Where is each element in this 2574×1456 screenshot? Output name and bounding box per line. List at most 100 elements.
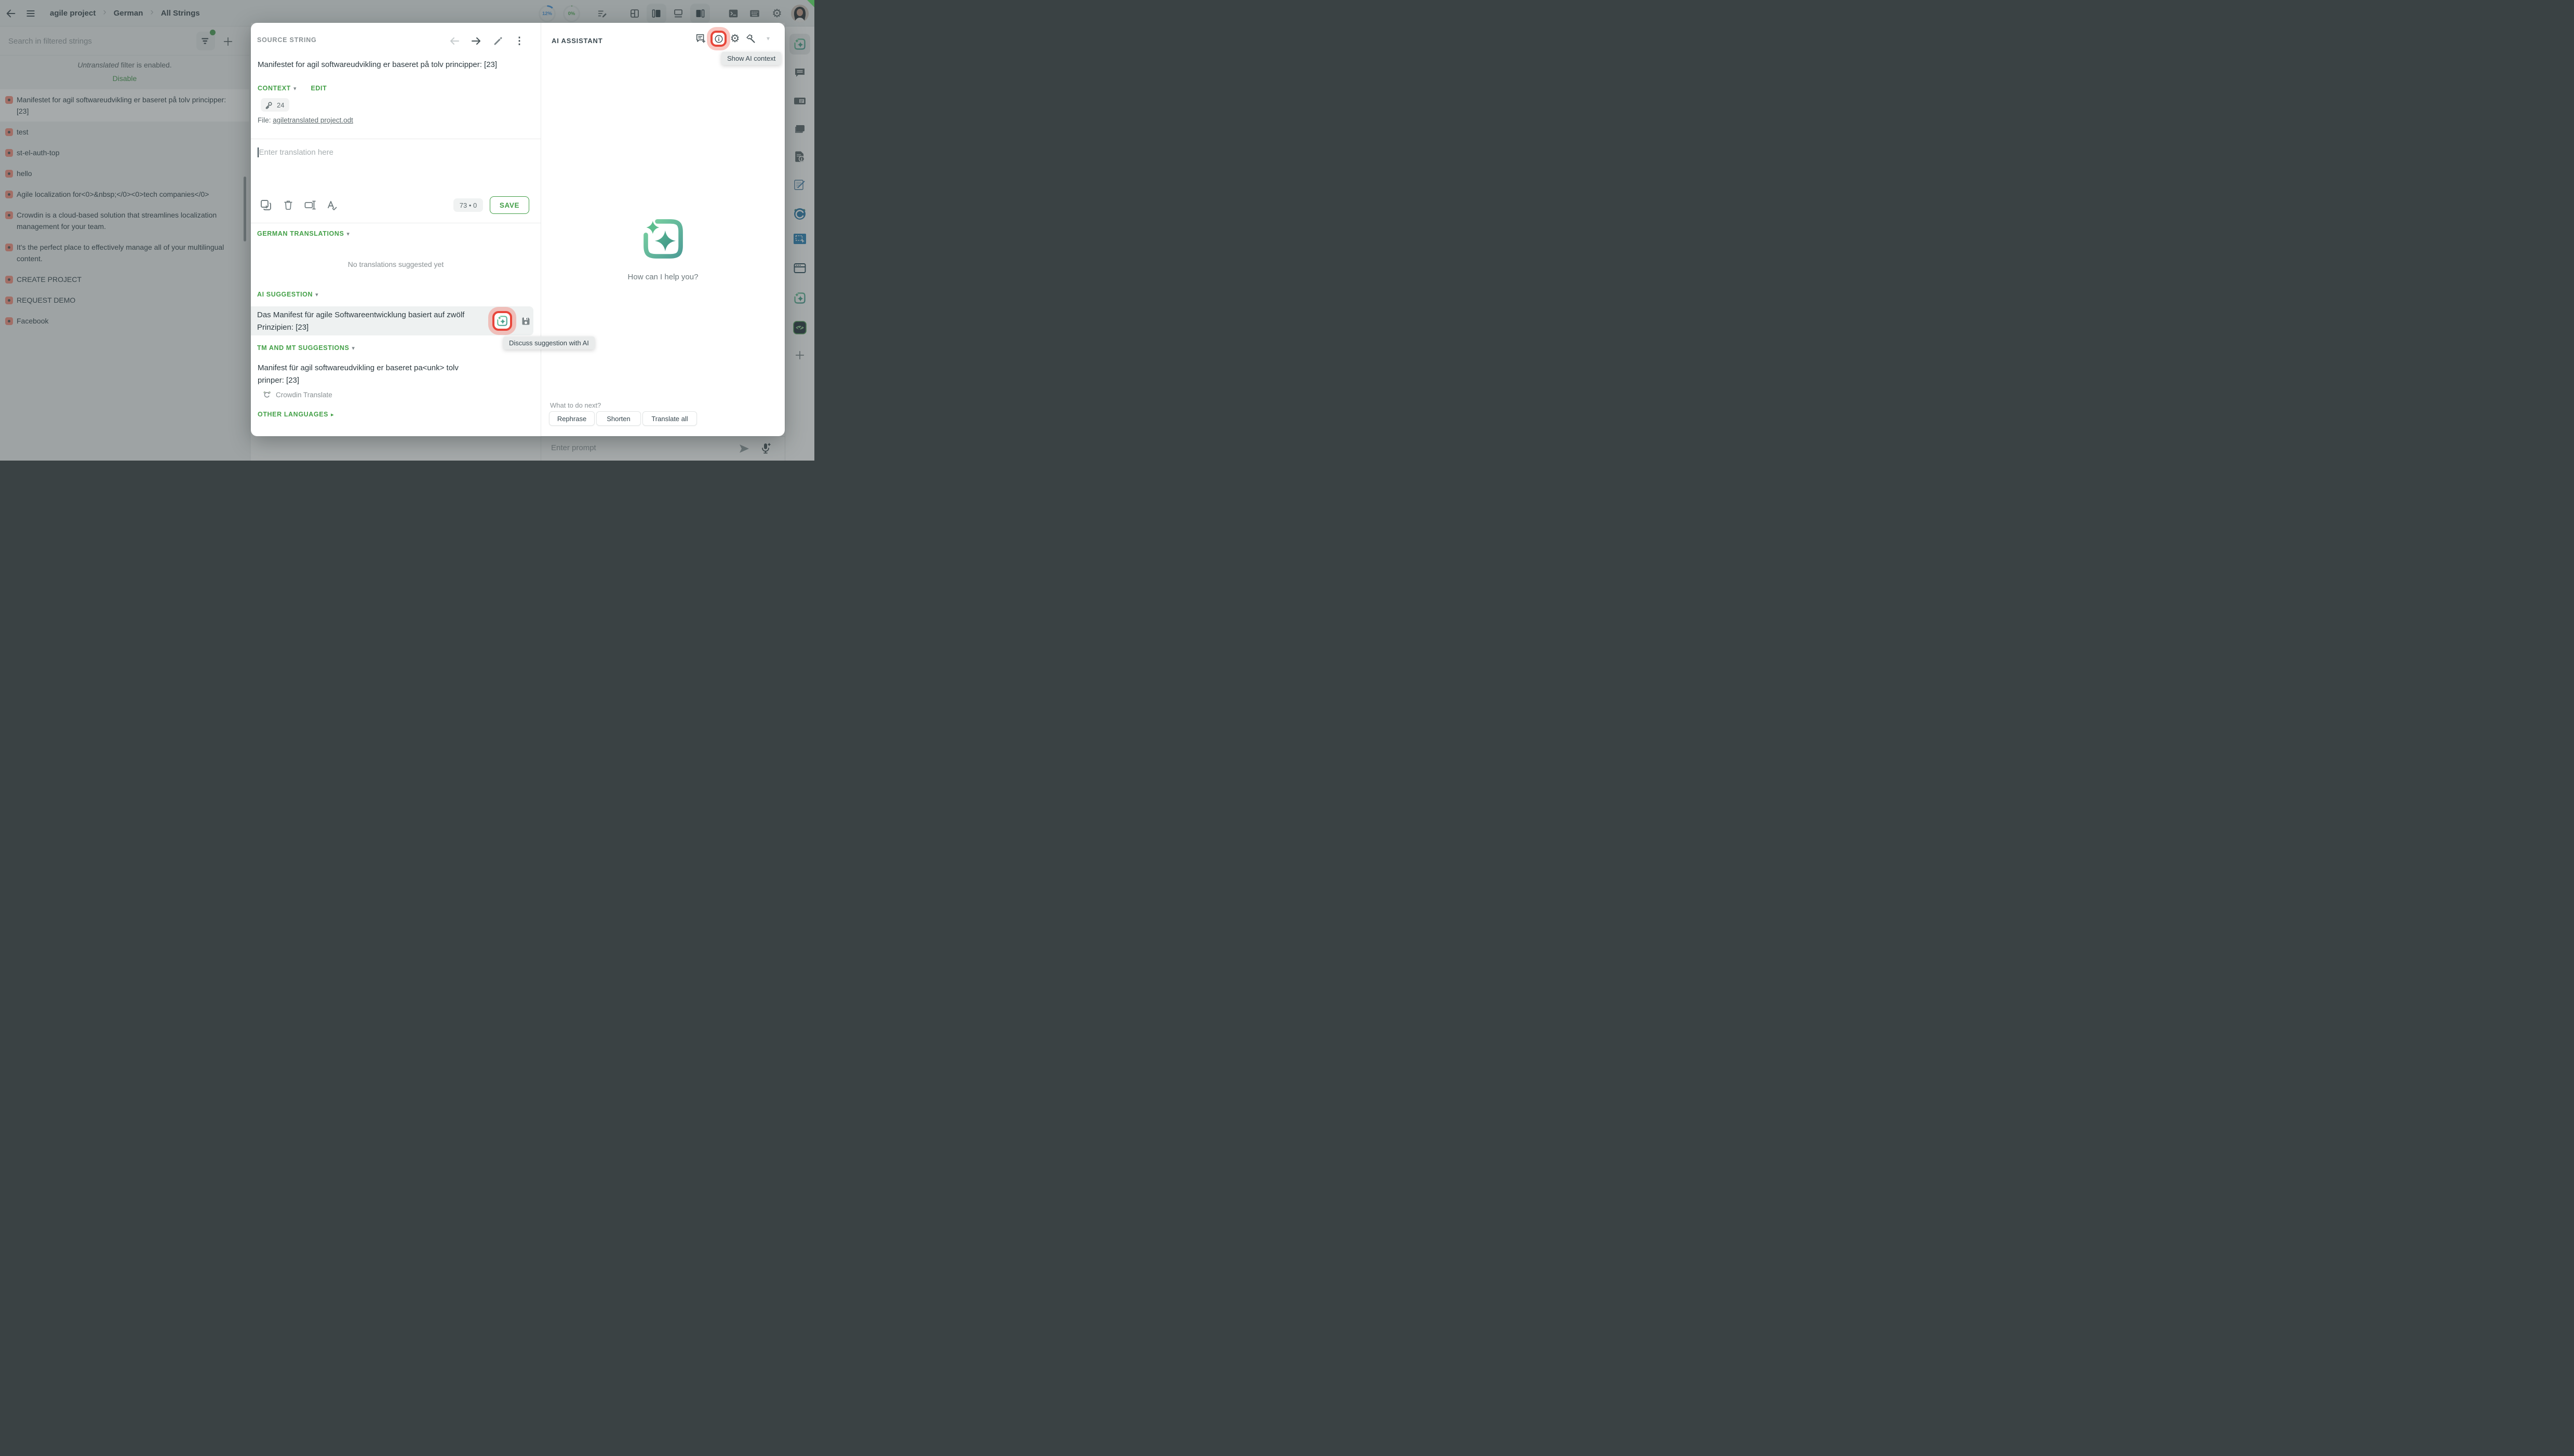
proofread-list-icon[interactable] bbox=[596, 7, 609, 20]
ai-tools-tab-icon[interactable] bbox=[793, 291, 807, 305]
clear-translation-trash-icon[interactable] bbox=[281, 198, 295, 212]
discuss-suggestion-ai-button[interactable] bbox=[492, 311, 512, 331]
file-link[interactable]: agiletranslated project.odt bbox=[273, 116, 353, 124]
german-translations-header[interactable]: GERMAN TRANSLATIONS▾ bbox=[257, 230, 350, 237]
string-key-chip[interactable]: 24 bbox=[261, 98, 289, 112]
crowdin-translate-icon bbox=[262, 390, 272, 399]
string-key-value: 24 bbox=[277, 101, 284, 109]
next-string-icon[interactable] bbox=[469, 34, 484, 48]
untranslated-bullet-icon bbox=[5, 149, 13, 157]
chevron-right-icon: › bbox=[103, 7, 106, 18]
breadcrumb: agile project › German › All Strings bbox=[50, 0, 200, 26]
rephrase-button[interactable]: Rephrase bbox=[549, 411, 595, 426]
ai-assistant-tab-icon[interactable] bbox=[789, 34, 810, 55]
tm-provider-row: Crowdin Translate bbox=[262, 390, 332, 399]
tm-mt-suggestions-header[interactable]: TM AND MT SUGGESTIONS▾ bbox=[257, 344, 355, 352]
add-string-button[interactable] bbox=[221, 35, 235, 48]
crowdin-app-icon[interactable] bbox=[793, 207, 807, 221]
tm-suggestion-text[interactable]: Manifest für agil softwareudvikling er b… bbox=[258, 362, 486, 387]
terminal-icon[interactable] bbox=[727, 7, 740, 20]
ai-assistant-title: AI ASSISTANT bbox=[552, 37, 602, 45]
list-item[interactable]: hello bbox=[0, 163, 249, 184]
new-conversation-icon[interactable] bbox=[694, 32, 707, 45]
key-icon bbox=[264, 101, 273, 110]
avatar[interactable] bbox=[791, 5, 809, 22]
edit-source-pencil-icon[interactable] bbox=[491, 34, 505, 48]
search-input[interactable] bbox=[8, 34, 180, 48]
translation-input[interactable]: Enter translation here bbox=[258, 147, 333, 157]
copy-source-icon[interactable] bbox=[259, 198, 273, 212]
menu-hamburger-icon[interactable] bbox=[24, 7, 37, 20]
ai-settings-gear-icon[interactable]: ⚙ bbox=[728, 32, 742, 45]
string-list: Manifestet for agil softwareudvikling er… bbox=[0, 89, 249, 331]
layout-side-by-side-icon[interactable] bbox=[628, 7, 641, 20]
approved-progress-badge[interactable]: 0% bbox=[563, 5, 580, 22]
breadcrumb-project[interactable]: agile project bbox=[50, 9, 96, 18]
info-icon bbox=[714, 34, 723, 44]
filter-notice-name: Untranslated bbox=[77, 61, 118, 69]
breadcrumb-filter[interactable]: All Strings bbox=[161, 9, 200, 18]
comments-tab-icon[interactable] bbox=[794, 66, 806, 79]
layout-multilingual-icon[interactable] bbox=[672, 7, 685, 20]
ai-header-caret-icon[interactable]: ▾ bbox=[761, 32, 775, 45]
context-dropdown[interactable]: CONTEXT▾ bbox=[258, 84, 296, 93]
ai-sparkle-icon bbox=[496, 315, 508, 327]
save-button[interactable]: SAVE bbox=[490, 196, 529, 214]
screenshot-capture-icon[interactable] bbox=[793, 232, 807, 246]
list-item[interactable]: It's the perfect place to effectively ma… bbox=[0, 237, 249, 269]
list-item[interactable]: Agile localization for<0>&nbsp;</0><0>te… bbox=[0, 184, 249, 205]
file-context-tab-icon[interactable] bbox=[793, 150, 807, 164]
review-app-icon[interactable] bbox=[793, 320, 807, 335]
list-item[interactable]: Facebook bbox=[0, 311, 249, 331]
back-arrow-icon[interactable] bbox=[4, 7, 18, 20]
ai-greeting-text: How can I help you? bbox=[541, 273, 785, 281]
add-app-plus-icon[interactable] bbox=[794, 349, 806, 361]
list-scrollbar[interactable] bbox=[244, 177, 246, 241]
select-text-icon[interactable] bbox=[303, 198, 317, 212]
char-word-counter: 73 • 0 bbox=[453, 198, 483, 212]
untranslated-bullet-icon bbox=[5, 244, 13, 251]
save-suggestion-icon[interactable] bbox=[520, 316, 531, 329]
kebab-menu-icon[interactable]: ⋮ bbox=[512, 34, 527, 48]
keyboard-icon[interactable] bbox=[748, 7, 761, 20]
send-prompt-icon[interactable] bbox=[738, 442, 750, 457]
filter-active-dot bbox=[210, 30, 216, 35]
ai-assistant-panel: AI ASSISTANT ⚙ ▾ How can I help you? Wha… bbox=[541, 23, 785, 436]
ai-suggestion-row[interactable]: Das Manifest für agile Softwareentwicklu… bbox=[251, 306, 533, 335]
chevron-right-icon: › bbox=[150, 7, 153, 18]
list-item[interactable]: REQUEST DEMO bbox=[0, 290, 249, 311]
list-item[interactable]: Crowdin is a cloud-based solution that s… bbox=[0, 205, 249, 237]
previous-string-icon[interactable] bbox=[447, 34, 462, 48]
ai-tools-hammer-icon[interactable] bbox=[744, 32, 757, 45]
other-languages-link[interactable]: OTHER LANGUAGES▸ bbox=[258, 411, 334, 418]
gear-icon[interactable]: ⚙ bbox=[770, 7, 784, 20]
breadcrumb-language[interactable]: German bbox=[114, 9, 143, 18]
layout-comfortable-icon[interactable] bbox=[650, 7, 663, 20]
next-question-label: What to do next? bbox=[550, 401, 601, 409]
show-ai-context-button[interactable] bbox=[710, 31, 727, 47]
file-row: File: agiletranslated project.odt bbox=[258, 116, 353, 124]
caret-down-icon: ▾ bbox=[293, 86, 297, 92]
list-item[interactable]: CREATE PROJECT bbox=[0, 269, 249, 290]
translation-memory-tab-icon[interactable] bbox=[793, 95, 807, 108]
glossary-tab-icon[interactable] bbox=[793, 122, 807, 136]
ai-suggestion-header[interactable]: AI SUGGESTION▾ bbox=[257, 291, 318, 298]
browser-preview-icon[interactable] bbox=[793, 261, 807, 275]
untranslated-bullet-icon bbox=[5, 296, 13, 304]
disable-filter-link[interactable]: Disable bbox=[0, 74, 249, 83]
untranslated-bullet-icon bbox=[5, 128, 13, 136]
list-item-selected[interactable]: Manifestet for agil softwareudvikling er… bbox=[0, 89, 249, 122]
spellcheck-icon[interactable] bbox=[325, 198, 339, 212]
translate-all-button[interactable]: Translate all bbox=[642, 411, 697, 426]
mic-dictation-icon[interactable] bbox=[759, 441, 772, 457]
shorten-button[interactable]: Shorten bbox=[596, 411, 641, 426]
layout-sidebar-icon[interactable] bbox=[693, 7, 707, 20]
edit-context-link[interactable]: EDIT bbox=[311, 85, 327, 92]
tm-provider-label: Crowdin Translate bbox=[276, 391, 332, 399]
ai-assistant-logo bbox=[639, 215, 687, 263]
prompt-input[interactable]: Enter prompt bbox=[551, 443, 596, 452]
list-item[interactable]: test bbox=[0, 122, 249, 142]
editor-notes-tab-icon[interactable] bbox=[793, 178, 807, 192]
list-item[interactable]: st-el-auth-top bbox=[0, 142, 249, 163]
translated-progress-badge[interactable]: 12% bbox=[539, 5, 556, 22]
